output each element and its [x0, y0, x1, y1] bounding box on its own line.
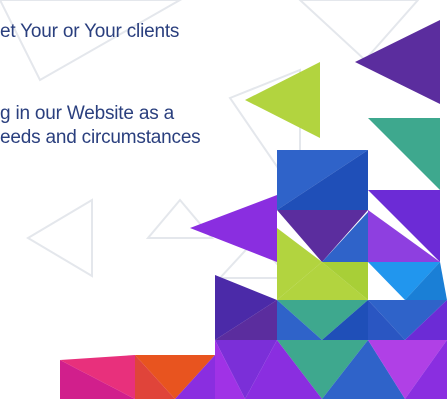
body-text-line-2: g in our Website as a [0, 103, 174, 124]
triangle-outline-icon [26, 198, 93, 278]
triangle-solid-icon [245, 62, 320, 138]
triangle-solid-icon [190, 195, 277, 262]
decorative-triangle-mosaic [0, 0, 447, 399]
triangle-solid-icon [368, 118, 440, 190]
body-text-line-3: eeds and circumstances [0, 127, 201, 148]
triangle-solid-icon [355, 20, 440, 104]
body-text-line-1: et Your or Your clients [0, 21, 180, 42]
